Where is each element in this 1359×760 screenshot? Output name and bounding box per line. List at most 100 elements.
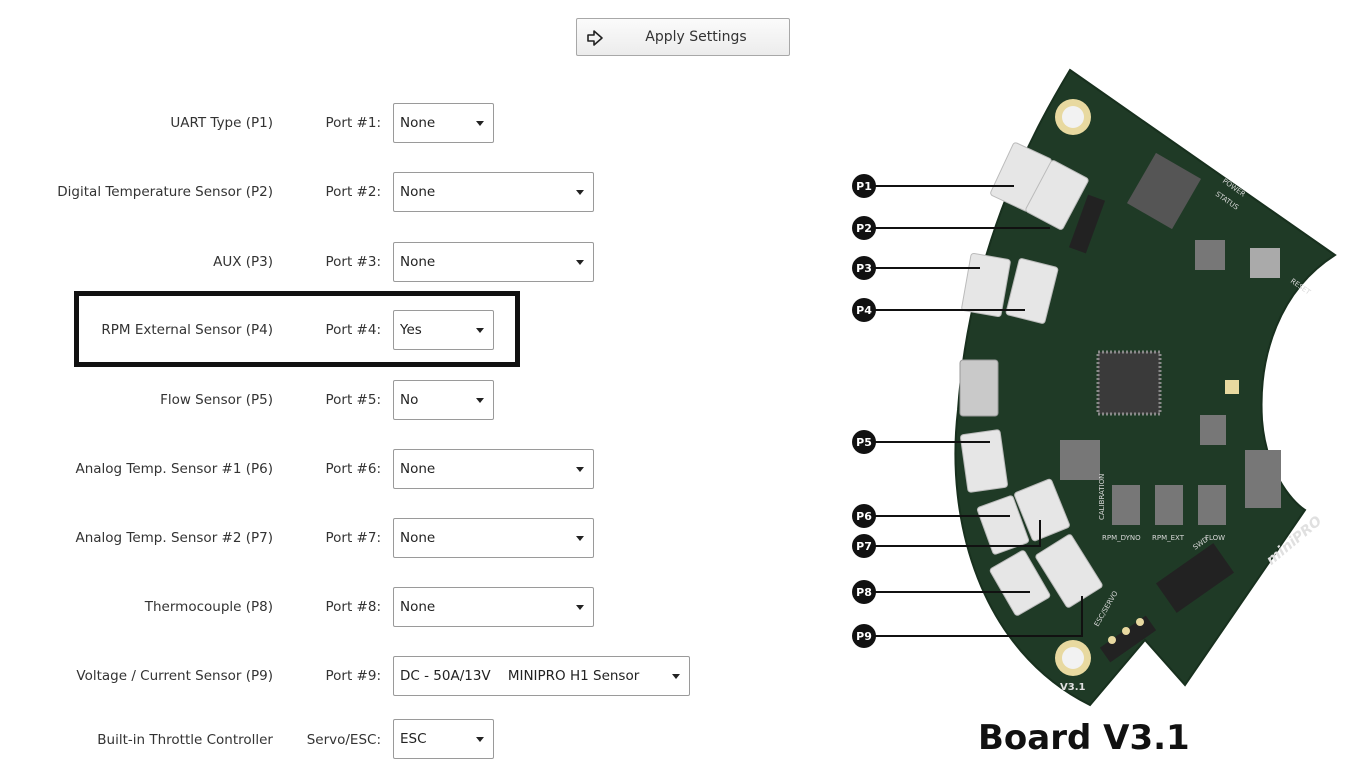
port-label: Port #9:: [325, 668, 381, 684]
svg-text:P1: P1: [856, 180, 872, 193]
silk-swd: SWD: [1192, 535, 1210, 551]
smd-components: [1060, 240, 1281, 525]
board-diagram: RPM_DYNO RPM_EXT FLOW RESET POWER STATUS…: [852, 68, 1337, 707]
mounting-hole: [1055, 640, 1091, 676]
port-9-select[interactable]: DC - 50A/13V MINIPRO H1 Sensor: [393, 656, 690, 696]
chevron-down-icon: [576, 605, 584, 610]
silk-power: POWER: [1221, 177, 1247, 199]
silk-esc-servo: ESC/SERVO: [1093, 589, 1120, 628]
svg-text:P9: P9: [856, 630, 872, 643]
select-value: Yes: [400, 322, 422, 338]
silk-brand: miniPRO: [1263, 513, 1325, 568]
port-3-select[interactable]: None: [393, 242, 594, 282]
select-value: None: [400, 115, 436, 131]
svg-text:P6: P6: [856, 510, 872, 523]
port-5-select[interactable]: No: [393, 380, 494, 420]
port-label: Port #2:: [325, 184, 381, 200]
select-value: None: [400, 599, 436, 615]
mounting-hole: [1055, 99, 1091, 135]
row-label: Built-in Throttle Controller: [97, 732, 273, 748]
swd-header: [1156, 543, 1234, 613]
row-label: Voltage / Current Sensor (P9): [76, 668, 273, 684]
port-8-select[interactable]: None: [393, 587, 594, 627]
mcu-chip: [1096, 350, 1162, 416]
pin-badge-p4: [852, 298, 876, 322]
port-label: Port #3:: [325, 254, 381, 270]
pin-badge-p8: [852, 580, 876, 604]
port-1-select[interactable]: None: [393, 103, 494, 143]
silk-reset: RESET: [1289, 277, 1313, 297]
silk-flow: FLOW: [1205, 534, 1225, 542]
select-value: None: [400, 254, 436, 270]
chevron-down-icon: [476, 121, 484, 126]
pin-badge-p5: [852, 430, 876, 454]
port-label: Port #8:: [325, 599, 381, 615]
pin-badge-p3: [852, 256, 876, 280]
pin-badge-p9: [852, 624, 876, 648]
chevron-down-icon: [476, 328, 484, 333]
pin-badge-p1: [852, 174, 876, 198]
select-value: DC - 50A/13V MINIPRO H1 Sensor: [400, 668, 640, 684]
servo-esc-select[interactable]: ESC: [393, 719, 494, 759]
chevron-down-icon: [476, 398, 484, 403]
board-title: Board V3.1: [978, 718, 1190, 758]
connector-p4: [1005, 258, 1059, 324]
pcb-board: [954, 68, 1337, 707]
port-label: Port #1:: [325, 115, 381, 131]
silk-rpm-ext: RPM_EXT: [1152, 534, 1185, 542]
connector-p9: [1035, 534, 1103, 608]
row-label: Analog Temp. Sensor #2 (P7): [75, 530, 273, 546]
port-label: Port #5:: [325, 392, 381, 408]
select-value: ESC: [400, 731, 427, 747]
silk-status: STATUS: [1214, 190, 1241, 212]
svg-text:P4: P4: [856, 304, 872, 317]
connector-p7: [1014, 478, 1070, 542]
connector-p2: [1025, 160, 1089, 230]
connector-p3: [961, 252, 1011, 318]
silk-version: V3.1: [1060, 682, 1085, 693]
silk-rpm-dyno: RPM_DYNO: [1102, 534, 1141, 542]
svg-text:P8: P8: [856, 586, 872, 599]
leader-lines: [872, 185, 1083, 637]
esc-header: [1099, 615, 1157, 663]
row-label: Flow Sensor (P5): [160, 392, 273, 408]
aux-header: [1068, 194, 1106, 254]
select-value: None: [400, 184, 436, 200]
connectors: [960, 142, 1103, 616]
connector-p5: [960, 429, 1008, 493]
select-value: None: [400, 530, 436, 546]
chevron-down-icon: [576, 260, 584, 265]
select-value: No: [400, 392, 419, 408]
pin-badge-p2: [852, 216, 876, 240]
chevron-down-icon: [672, 674, 680, 679]
port-6-select[interactable]: None: [393, 449, 594, 489]
row-label: AUX (P3): [213, 254, 273, 270]
port-label: Port #7:: [325, 530, 381, 546]
connector-p1: [990, 142, 1052, 212]
port-label: Servo/ESC:: [306, 732, 381, 748]
svg-text:P7: P7: [856, 540, 872, 553]
chevron-down-icon: [576, 190, 584, 195]
svg-text:P3: P3: [856, 262, 872, 275]
pin-badge-p7: [852, 534, 876, 558]
port-2-select[interactable]: None: [393, 172, 594, 212]
row-label: Analog Temp. Sensor #1 (P6): [75, 461, 273, 477]
chevron-down-icon: [476, 737, 484, 742]
chevron-down-icon: [576, 536, 584, 541]
usb-port: [959, 359, 999, 417]
row-label: UART Type (P1): [170, 115, 273, 131]
dip-switch: [1126, 152, 1202, 230]
row-label: Digital Temperature Sensor (P2): [57, 184, 273, 200]
svg-text:P2: P2: [856, 222, 872, 235]
port-label: Port #6:: [325, 461, 381, 477]
svg-text:P5: P5: [856, 436, 872, 449]
port-label: Port #4:: [325, 322, 381, 338]
pin-badges: P1 P2 P3 P4 P5 P6 P7 P8 P9: [852, 174, 876, 648]
silk-calibration: CALIBRATION: [1098, 474, 1106, 520]
pin-badge-p6: [852, 504, 876, 528]
port-7-select[interactable]: None: [393, 518, 594, 558]
port-4-select[interactable]: Yes: [393, 310, 494, 350]
select-value: None: [400, 461, 436, 477]
row-label: RPM External Sensor (P4): [101, 322, 273, 338]
apply-settings-button[interactable]: Apply Settings: [576, 18, 790, 56]
